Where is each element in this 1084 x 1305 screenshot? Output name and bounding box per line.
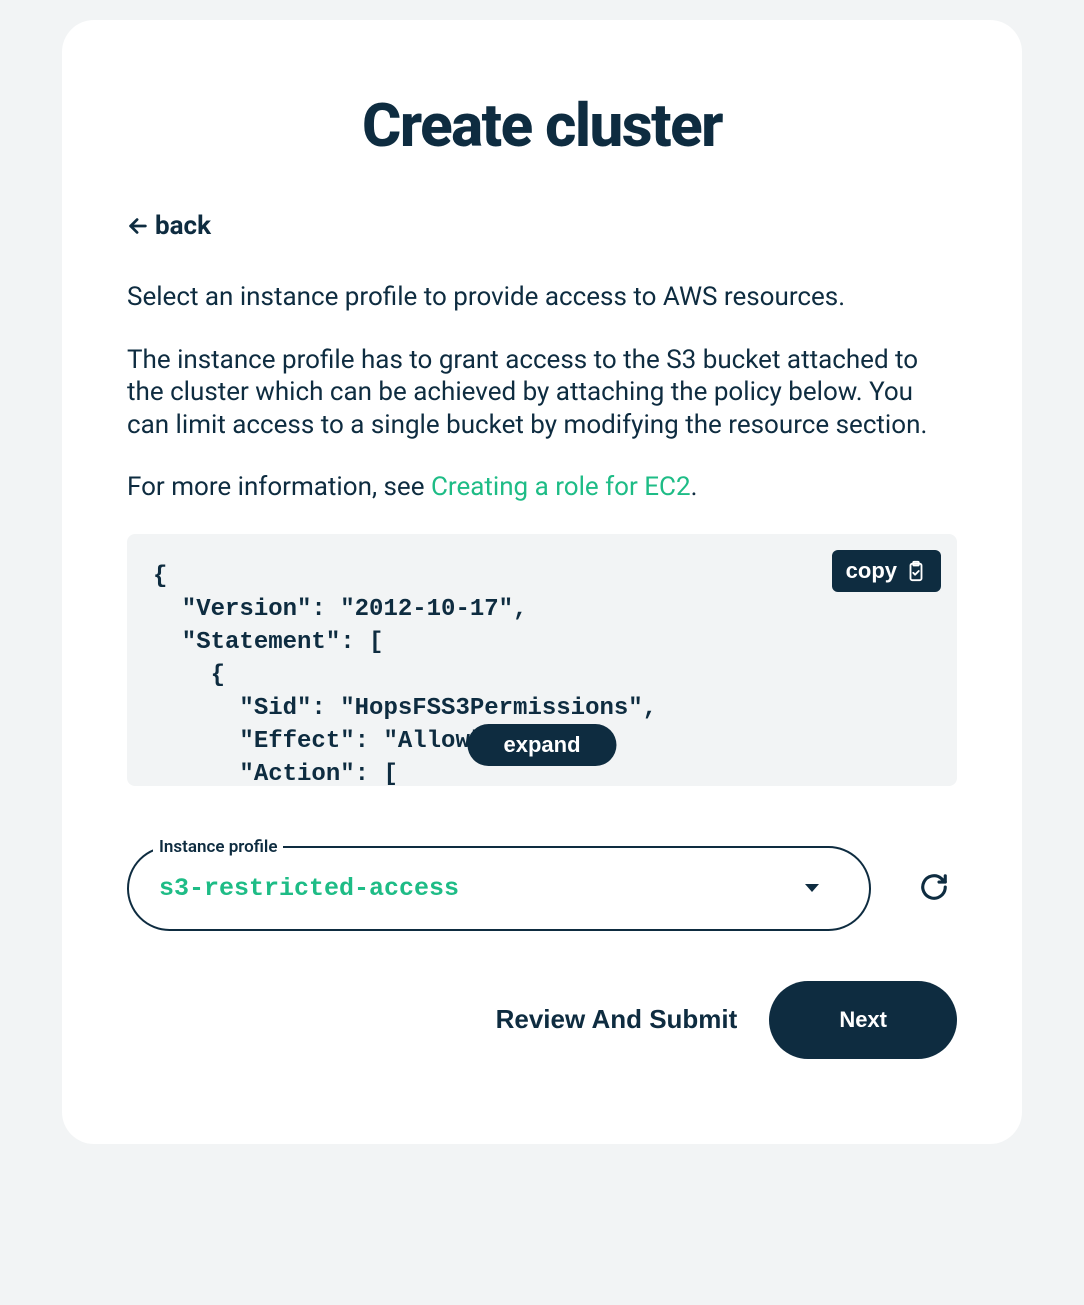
intro-text-2: The instance profile has to grant access… bbox=[127, 344, 957, 442]
copy-button[interactable]: copy bbox=[832, 550, 941, 592]
create-cluster-card: Create cluster back Select an instance p… bbox=[62, 20, 1022, 1144]
ec2-role-link[interactable]: Creating a role for EC2 bbox=[431, 472, 691, 502]
arrow-left-icon bbox=[127, 215, 149, 237]
instance-profile-legend: Instance profile bbox=[153, 837, 283, 857]
refresh-button[interactable] bbox=[911, 864, 957, 913]
clipboard-icon bbox=[905, 560, 927, 582]
instance-profile-select-wrap: Instance profile s3-restricted-access bbox=[127, 846, 871, 931]
intro-text-3: For more information, see Creating a rol… bbox=[127, 471, 957, 504]
copy-label: copy bbox=[846, 558, 897, 584]
expand-button[interactable]: expand bbox=[467, 724, 616, 766]
para3-prefix: For more information, see bbox=[127, 472, 431, 502]
chevron-down-icon bbox=[805, 884, 819, 892]
review-and-submit-button[interactable]: Review And Submit bbox=[496, 1004, 738, 1035]
para3-suffix: . bbox=[691, 472, 698, 502]
intro-text-1: Select an instance profile to provide ac… bbox=[127, 281, 957, 314]
footer-actions: Review And Submit Next bbox=[127, 981, 957, 1059]
instance-profile-row: Instance profile s3-restricted-access bbox=[127, 846, 957, 931]
instance-profile-value: s3-restricted-access bbox=[159, 874, 459, 903]
back-button[interactable]: back bbox=[127, 211, 211, 241]
instance-profile-select[interactable]: s3-restricted-access bbox=[127, 846, 871, 931]
next-button[interactable]: Next bbox=[769, 981, 957, 1059]
refresh-icon bbox=[919, 872, 949, 902]
back-label: back bbox=[155, 211, 211, 241]
policy-code-block: { "Version": "2012-10-17", "Statement": … bbox=[127, 534, 957, 786]
page-title: Create cluster bbox=[127, 90, 957, 161]
